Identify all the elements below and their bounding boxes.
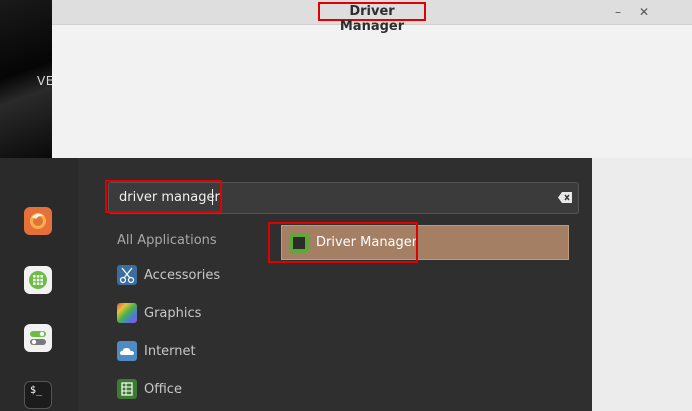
- close-button[interactable]: ✕: [636, 4, 652, 20]
- desktop-background: VE: [0, 0, 53, 158]
- window-titlebar[interactable]: Driver Manager – ✕: [52, 0, 692, 34]
- minimize-icon: –: [615, 5, 621, 19]
- category-graphics[interactable]: Graphics: [144, 306, 201, 321]
- category-office[interactable]: Office: [144, 382, 182, 397]
- category-internet[interactable]: Internet: [144, 344, 196, 359]
- favorite-terminal[interactable]: $_: [24, 381, 52, 409]
- scissors-icon: [117, 265, 137, 285]
- cloud-icon: [117, 341, 137, 361]
- toggle-icon: [30, 331, 46, 345]
- favorite-settings[interactable]: [24, 324, 52, 352]
- close-icon: ✕: [638, 5, 650, 19]
- palette-icon: [117, 303, 137, 323]
- spreadsheet-icon: [117, 379, 137, 399]
- driver-manager-window: Driver Manager – ✕: [52, 0, 692, 158]
- window-title: Driver Manager: [318, 2, 426, 34]
- result-highlight-box: [268, 222, 418, 263]
- terminal-icon: $_: [30, 385, 43, 396]
- favorite-software-manager[interactable]: [24, 266, 52, 294]
- window-content-area: [592, 158, 692, 411]
- category-all-applications[interactable]: All Applications: [117, 233, 217, 248]
- software-icon: [29, 271, 47, 289]
- category-accessories[interactable]: Accessories: [144, 268, 220, 283]
- favorite-firefox[interactable]: [24, 207, 52, 235]
- search-highlight-box: [105, 180, 222, 213]
- minimize-button[interactable]: –: [610, 4, 626, 20]
- backspace-clear-icon[interactable]: [558, 192, 572, 203]
- firefox-icon: [30, 213, 46, 229]
